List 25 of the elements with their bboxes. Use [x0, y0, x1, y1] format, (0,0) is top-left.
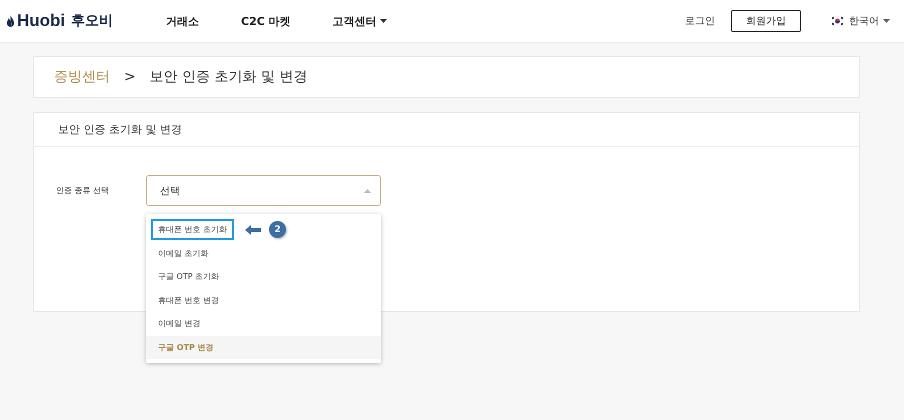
language-dropdown[interactable]: 한국어: [849, 14, 890, 28]
flame-icon: [6, 14, 15, 28]
logo-text[interactable]: Huobi: [17, 11, 66, 31]
step-number: 2: [269, 221, 286, 238]
caret-icon: [380, 19, 387, 23]
nav-link[interactable]: 거래소: [166, 14, 199, 28]
arrow-icon: [244, 224, 262, 236]
brand-name[interactable]: 후오비: [71, 12, 114, 30]
dropdown-option[interactable]: 구글 OTP 초기화: [146, 265, 381, 288]
breadcrumb-separator: >: [124, 69, 136, 85]
login-link[interactable]: 로그인: [685, 14, 715, 28]
nav-link[interactable]: C2C 마켓: [241, 14, 291, 28]
dropdown-option[interactable]: 이메일 변경: [146, 312, 381, 336]
signup-button[interactable]: 회원가입: [731, 10, 801, 32]
caret-icon: [883, 19, 890, 23]
flag-icon: [831, 16, 844, 26]
dropdown-option[interactable]: 휴대폰 번호 초기화 2: [146, 218, 381, 242]
dropdown-option[interactable]: 휴대폰 번호 변경: [146, 288, 381, 312]
page-title: 보안 인증 초기화 및 변경: [150, 68, 308, 86]
panel-title: 보안 인증 초기화 및 변경: [58, 122, 182, 137]
dropdown-option[interactable]: 이메일 초기화: [146, 242, 381, 265]
caret-icon: [364, 188, 371, 192]
nav-link[interactable]: 고객센터: [332, 14, 387, 28]
select-field[interactable]: 선택: [146, 175, 381, 206]
field-label: 인증 종류 선택: [56, 185, 110, 196]
